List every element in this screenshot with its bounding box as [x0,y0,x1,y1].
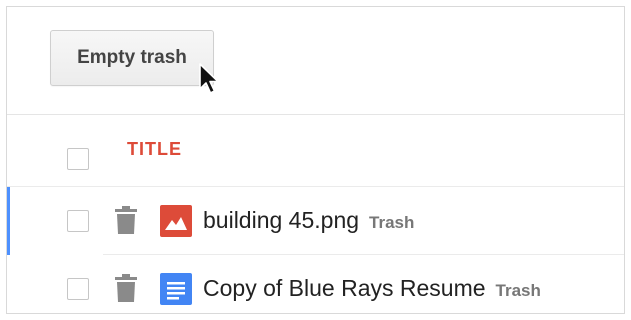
trash-icon [115,206,137,234]
row-checkbox[interactable] [67,210,89,232]
select-all-checkbox[interactable] [67,148,89,170]
list-item[interactable]: building 45.png Trash [7,187,624,255]
image-icon [160,205,192,237]
file-name[interactable]: building 45.png Trash [203,207,414,234]
title-column-header[interactable]: TITLE [127,139,182,160]
toolbar: Empty trash [7,7,624,115]
trash-icon [115,274,137,302]
row-checkbox[interactable] [67,278,89,300]
empty-trash-button[interactable]: Empty trash [50,30,214,86]
trash-label: Trash [495,281,541,300]
trash-view: Empty trash TITLE building 45.png Trash [6,6,625,314]
list-item[interactable]: Copy of Blue Rays Resume Trash [7,255,624,313]
trash-label: Trash [369,213,415,232]
file-name[interactable]: Copy of Blue Rays Resume Trash [203,275,541,302]
file-name-text[interactable]: building 45.png [203,207,359,233]
file-name-text[interactable]: Copy of Blue Rays Resume [203,275,486,301]
document-icon [160,273,192,305]
list-header: TITLE [7,115,624,187]
mouse-cursor-icon [199,63,219,94]
